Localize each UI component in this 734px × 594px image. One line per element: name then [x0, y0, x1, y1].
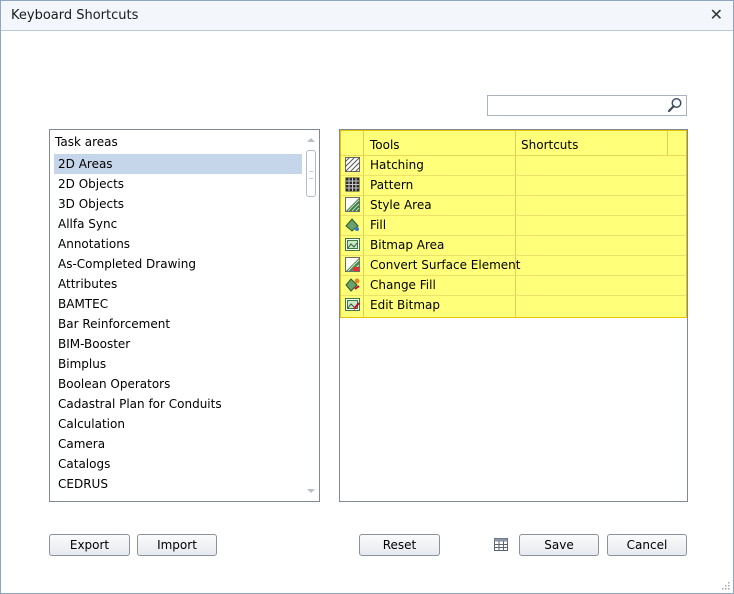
tool-row[interactable]: Hatching — [341, 155, 686, 176]
task-area-item[interactable]: 2D Areas — [54, 154, 302, 174]
pattern-icon — [345, 177, 360, 192]
reset-button[interactable]: Reset — [359, 534, 440, 556]
resize-grip-icon[interactable] — [720, 580, 730, 590]
task-areas-list[interactable]: Task areas 2D Areas 2D Objects 3D Objects A… — [49, 129, 320, 502]
tool-row[interactable]: Pattern — [341, 175, 686, 196]
export-button[interactable]: Export — [49, 534, 130, 556]
task-area-item[interactable]: Annotations — [54, 234, 302, 254]
search-icon[interactable] — [667, 97, 683, 113]
change-fill-icon — [345, 278, 360, 292]
tool-row[interactable]: Bitmap Area — [341, 235, 686, 256]
tool-name: Style Area — [370, 198, 432, 212]
hatching-icon — [345, 157, 360, 172]
tool-name: Pattern — [370, 178, 414, 192]
task-area-item[interactable]: Boolean Operators — [54, 374, 302, 394]
import-button[interactable]: Import — [137, 534, 217, 556]
task-area-item[interactable]: Calculation — [54, 414, 302, 434]
tool-name: Convert Surface Element — [370, 258, 521, 272]
convert-surface-element-icon — [345, 257, 360, 272]
save-button[interactable]: Save — [519, 534, 599, 556]
tools-table: Tools Shortcuts Hatching Pattern Style Are… — [340, 130, 687, 318]
tool-row[interactable]: Fill — [341, 215, 686, 236]
bitmap-area-icon — [345, 238, 360, 251]
task-areas-items: 2D Areas 2D Objects 3D Objects Allfa Sync An… — [54, 154, 302, 494]
scroll-grip-icon — [309, 171, 313, 179]
fill-icon — [345, 218, 359, 232]
style-area-icon — [345, 197, 360, 212]
table-grid-icon[interactable] — [494, 538, 508, 551]
task-area-item[interactable]: Bar Reinforcement — [54, 314, 302, 334]
task-area-item[interactable]: 3D Objects — [54, 194, 302, 214]
task-areas-header: Task areas — [55, 135, 118, 149]
task-area-item[interactable]: Catalogs — [54, 454, 302, 474]
tool-name: Bitmap Area — [370, 238, 445, 252]
tool-row[interactable]: Edit Bitmap — [341, 295, 686, 315]
task-areas-scrollbar[interactable] — [303, 130, 319, 501]
scroll-up-arrow-icon[interactable] — [307, 138, 315, 142]
task-area-item[interactable]: BIM-Booster — [54, 334, 302, 354]
tool-name: Change Fill — [370, 278, 436, 292]
tool-name: Fill — [370, 218, 387, 232]
shortcuts-column-header[interactable]: Shortcuts — [521, 138, 578, 152]
tools-column-header[interactable]: Tools — [370, 138, 400, 152]
task-area-item[interactable]: Allfa Sync — [54, 214, 302, 234]
task-area-item[interactable]: Bimplus — [54, 354, 302, 374]
task-area-item[interactable]: 2D Objects — [54, 174, 302, 194]
task-area-item[interactable]: CEDRUS — [54, 474, 302, 494]
scroll-down-arrow-icon[interactable] — [307, 489, 315, 493]
keyboard-shortcuts-dialog: Keyboard Shortcuts ✕ Task areas 2D Areas… — [0, 0, 734, 594]
close-icon[interactable]: ✕ — [710, 5, 723, 24]
task-area-item[interactable]: Camera — [54, 434, 302, 454]
task-area-item[interactable]: Attributes — [54, 274, 302, 294]
task-area-item[interactable]: Cadastral Plan for Conduits — [54, 394, 302, 414]
tools-panel: Tools Shortcuts Hatching Pattern Style Are… — [339, 129, 688, 502]
search-input[interactable] — [487, 95, 687, 116]
tool-name: Hatching — [370, 158, 424, 172]
dialog-title: Keyboard Shortcuts — [11, 8, 139, 23]
tool-name: Edit Bitmap — [370, 298, 440, 312]
task-area-item[interactable]: As-Completed Drawing — [54, 254, 302, 274]
cancel-button[interactable]: Cancel — [607, 534, 687, 556]
tool-row[interactable]: Style Area — [341, 195, 686, 216]
tool-row[interactable]: Change Fill — [341, 275, 686, 296]
tools-table-header: Tools Shortcuts — [341, 135, 686, 156]
tool-row[interactable]: Convert Surface Element — [341, 255, 686, 276]
task-area-item[interactable]: BAMTEC — [54, 294, 302, 314]
title-bar: Keyboard Shortcuts ✕ — [1, 1, 733, 31]
scroll-thumb[interactable] — [306, 150, 316, 197]
edit-bitmap-icon — [345, 298, 360, 311]
